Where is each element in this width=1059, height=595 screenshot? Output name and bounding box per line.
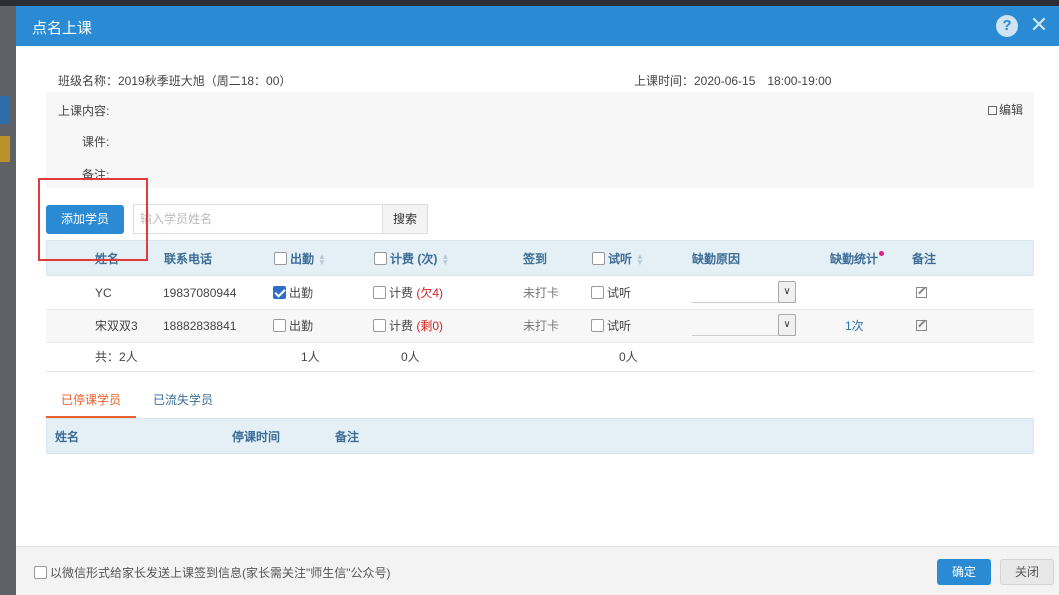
- header-name: 姓名: [95, 252, 120, 266]
- tab-lost-students[interactable]: 已流失学员: [153, 390, 213, 418]
- attendance-checkbox[interactable]: [273, 286, 286, 299]
- wechat-notice-toggle[interactable]: 以微信形式给家长发送上课签到信息(家长需关注"师生信"公众号): [34, 564, 391, 581]
- content-label: 上课内容:: [58, 104, 110, 118]
- roll-call-dialog: 点名上课 ? ✕ 班级名称：2019秋季班大旭（周二18：00） 上课时间：20…: [16, 6, 1059, 595]
- close-button[interactable]: 关闭: [1000, 559, 1054, 585]
- charge-checkbox[interactable]: [373, 319, 386, 332]
- edit-note-icon[interactable]: [916, 320, 927, 331]
- remark-label: 备注:: [82, 168, 110, 182]
- header-charge[interactable]: 计费 (次) ▲ ▼: [374, 241, 449, 277]
- attendance-table-header: 姓名 联系电话 出勤 ▲ ▼ 计费 (次) ▲ ▼ 签到 试听 ▲ ▼ 缺勤原因 缺勤统计 …: [46, 240, 1034, 276]
- sign-status: 未打卡: [523, 319, 560, 333]
- charge-toggle[interactable]: 计费 (剩0): [373, 310, 443, 343]
- attendance-label: 出勤: [289, 319, 314, 333]
- add-student-button[interactable]: 添加学员: [46, 205, 124, 234]
- sort-icon[interactable]: ▲ ▼: [441, 252, 449, 266]
- header-stop-time: 停课时间: [232, 430, 281, 444]
- header-sign: 签到: [523, 252, 548, 266]
- sign-status: 未打卡: [523, 286, 560, 300]
- student-name: YC: [95, 286, 112, 300]
- background-left-panel: [0, 6, 16, 595]
- trial-toggle[interactable]: 试听: [591, 310, 631, 343]
- charge-balance: (剩0): [416, 319, 444, 333]
- attendance-checkbox[interactable]: [273, 319, 286, 332]
- tab-stopped-students[interactable]: 已停课学员: [46, 390, 136, 418]
- header-absence-stats: 缺勤统计: [830, 252, 879, 266]
- edit-icon: [988, 106, 997, 115]
- student-phone: 19837080944: [163, 286, 237, 300]
- sort-icon[interactable]: ▲ ▼: [318, 252, 326, 266]
- trial-toggle[interactable]: 试听: [591, 277, 631, 310]
- wechat-notice-label: 以微信形式给家长发送上课签到信息(家长需关注"师生信"公众号): [50, 566, 391, 580]
- charge-label: 计费: [389, 286, 414, 300]
- class-name: 班级名称：2019秋季班大旭（周二18：00）: [58, 74, 292, 88]
- absence-reason-select[interactable]: ∨: [692, 281, 796, 303]
- dialog-footer: 以微信形式给家长发送上课签到信息(家长需关注"师生信"公众号) 确定 关闭: [16, 546, 1059, 595]
- student-name: 宋双双3: [95, 319, 138, 333]
- absence-stats[interactable]: 1次: [845, 310, 864, 343]
- charge-balance: (欠4): [416, 286, 444, 300]
- header-absence-reason: 缺勤原因: [692, 252, 741, 266]
- total-trial: 0人: [619, 350, 638, 364]
- header-remark: 备注: [912, 252, 937, 266]
- total-count: 共：2人: [95, 350, 138, 364]
- charge-checkbox[interactable]: [373, 286, 386, 299]
- total-attendance: 1人: [301, 350, 320, 364]
- trial-checkbox[interactable]: [591, 319, 604, 332]
- search-button[interactable]: 搜索: [382, 204, 428, 234]
- header-trial-label: 试听: [608, 252, 633, 266]
- notification-dot-icon: [879, 251, 884, 256]
- edit-note-icon[interactable]: [916, 287, 927, 298]
- background-nav-tab: [0, 136, 10, 162]
- class-time: 上课时间：2020-06-15 18:00-19:00: [634, 74, 832, 88]
- header-name: 姓名: [55, 430, 80, 444]
- select-all-trial-checkbox[interactable]: [592, 252, 605, 265]
- trial-label: 试听: [607, 319, 632, 333]
- header-trial[interactable]: 试听 ▲ ▼: [592, 241, 644, 277]
- background-nav-tab: [0, 96, 10, 124]
- student-phone: 18882838841: [163, 319, 237, 333]
- edit-label: 编辑: [999, 103, 1024, 117]
- charge-label: 计费: [389, 319, 414, 333]
- table-row: YC 19837080944 出勤 计费 (欠4) 未打卡 试听 ∨: [46, 277, 1034, 310]
- attendance-toggle[interactable]: 出勤: [273, 310, 313, 343]
- student-search-input[interactable]: [133, 204, 383, 234]
- total-charge: 0人: [401, 350, 420, 364]
- attendance-label: 出勤: [289, 286, 314, 300]
- header-charge-label: 计费 (次): [390, 252, 438, 266]
- header-attendance[interactable]: 出勤 ▲ ▼: [274, 241, 326, 277]
- stopped-table-header: 姓名 停课时间 备注: [46, 418, 1034, 454]
- help-icon[interactable]: ?: [996, 15, 1018, 37]
- confirm-button[interactable]: 确定: [937, 559, 991, 585]
- attendance-toggle[interactable]: 出勤: [273, 277, 313, 310]
- absence-reason-select[interactable]: ∨: [692, 314, 796, 336]
- header-remark: 备注: [335, 430, 360, 444]
- dialog-title: 点名上课: [32, 20, 93, 37]
- courseware-label: 课件:: [82, 135, 110, 149]
- chevron-down-icon[interactable]: ∨: [778, 281, 796, 303]
- charge-toggle[interactable]: 计费 (欠4): [373, 277, 443, 310]
- trial-label: 试听: [607, 286, 632, 300]
- dialog-titlebar: 点名上课 ? ✕: [16, 6, 1059, 46]
- totals-row: 共：2人 1人 0人 0人: [46, 342, 1034, 372]
- lesson-content-panel: [46, 92, 1034, 188]
- select-all-attendance-checkbox[interactable]: [274, 252, 287, 265]
- table-row: 宋双双3 18882838841 出勤 计费 (剩0) 未打卡 试听 ∨ 1次: [46, 310, 1034, 343]
- close-icon[interactable]: ✕: [1028, 13, 1050, 37]
- trial-checkbox[interactable]: [591, 286, 604, 299]
- sort-icon[interactable]: ▲ ▼: [636, 252, 644, 266]
- select-all-charge-checkbox[interactable]: [374, 252, 387, 265]
- edit-button[interactable]: 编辑: [988, 101, 1023, 118]
- header-phone: 联系电话: [164, 252, 213, 266]
- wechat-notice-checkbox[interactable]: [34, 566, 47, 579]
- header-attendance-label: 出勤: [290, 252, 315, 266]
- chevron-down-icon[interactable]: ∨: [778, 314, 796, 336]
